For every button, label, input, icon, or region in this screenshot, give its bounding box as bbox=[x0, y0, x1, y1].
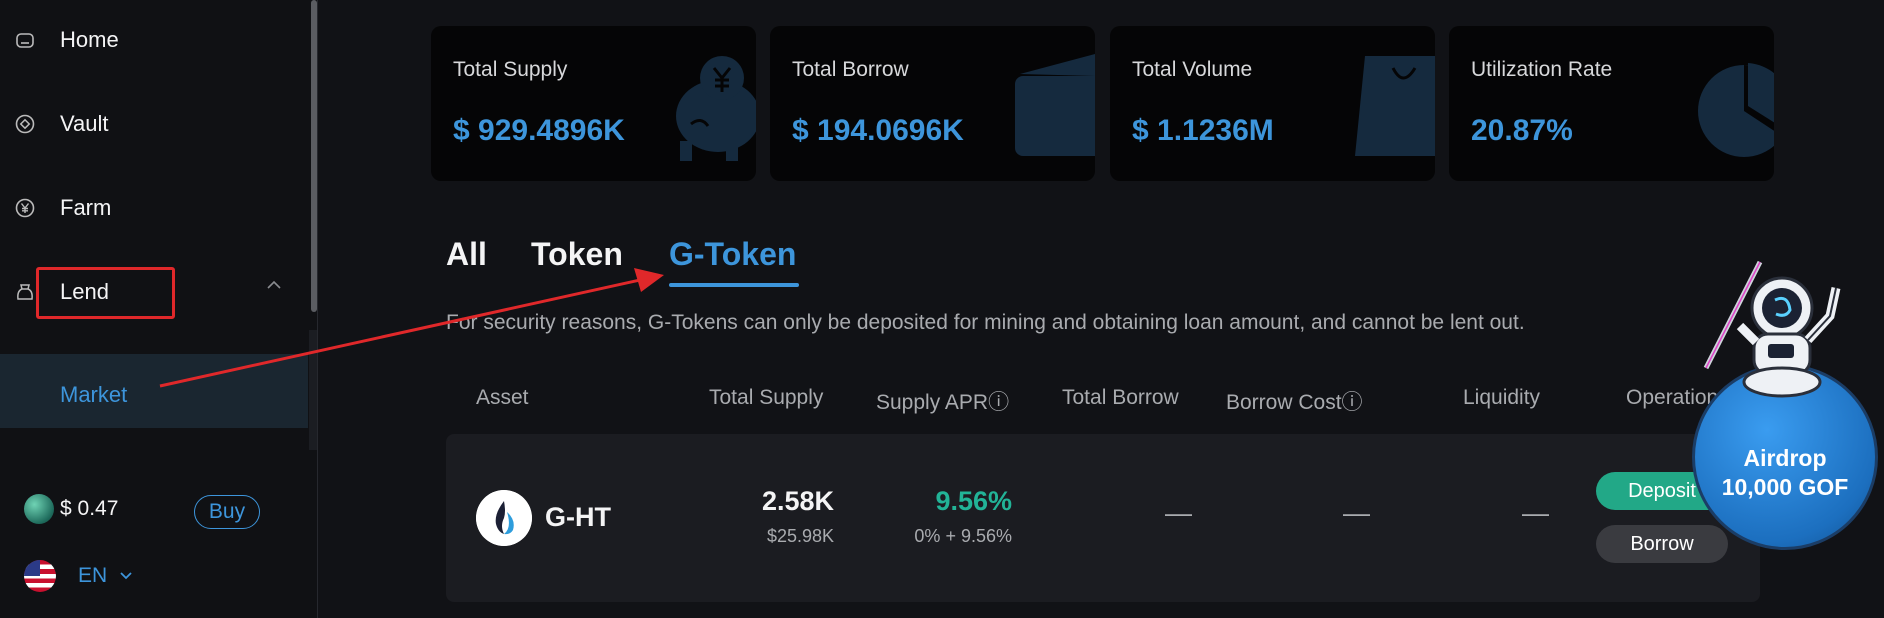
stat-value: $ 1.1236M bbox=[1132, 114, 1274, 147]
wallet-icon bbox=[1015, 54, 1095, 156]
farm-icon bbox=[15, 198, 35, 218]
shopping-bag-icon bbox=[1355, 56, 1435, 156]
us-flag-icon bbox=[24, 560, 56, 592]
stat-card-total-borrow: Total Borrow $ 194.0696K bbox=[770, 26, 1095, 181]
stat-title: Total Borrow bbox=[792, 58, 909, 81]
stat-title: Total Volume bbox=[1132, 58, 1253, 81]
tab-token[interactable]: Token bbox=[531, 236, 623, 273]
total-supply-value: 2.58K bbox=[761, 486, 834, 516]
chevron-up-icon[interactable] bbox=[266, 280, 282, 290]
borrow-cost-value: — bbox=[1343, 498, 1370, 528]
ht-token-icon bbox=[476, 490, 532, 546]
column-header-liquidity[interactable]: Liquidity bbox=[1463, 386, 1540, 410]
table-row bbox=[446, 434, 1760, 602]
sidebar-subitem-label: Market bbox=[60, 382, 128, 407]
sidebar-item-farm[interactable]: Farm bbox=[0, 178, 308, 238]
sidebar-item-home[interactable]: Home bbox=[0, 10, 308, 70]
sidebar-scrollbar-track bbox=[309, 330, 317, 450]
chevron-down-icon bbox=[120, 572, 132, 580]
asset-name: G-HT bbox=[545, 502, 611, 532]
sidebar-scrollbar[interactable] bbox=[311, 0, 317, 312]
stat-title: Total Supply bbox=[453, 58, 568, 81]
token-price-value: $ 0.47 bbox=[60, 497, 119, 520]
language-label: EN bbox=[78, 564, 108, 587]
tab-all[interactable]: All bbox=[446, 236, 487, 273]
tab-g-token[interactable]: G-Token bbox=[669, 236, 796, 273]
security-notice: For security reasons, G-Tokens can only … bbox=[446, 311, 1525, 334]
column-header-borrow-cost[interactable]: Borrow Costⓘ bbox=[1226, 386, 1363, 416]
total-borrow-value: — bbox=[1165, 498, 1192, 528]
stat-title: Utilization Rate bbox=[1471, 58, 1613, 81]
language-selector[interactable]: EN bbox=[24, 560, 133, 592]
sidebar-item-label: Vault bbox=[60, 111, 109, 136]
column-header-total-supply[interactable]: Total Supply bbox=[709, 386, 823, 410]
annotation-highlight-box bbox=[36, 267, 175, 319]
stat-card-total-volume: Total Volume $ 1.1236M bbox=[1110, 26, 1435, 181]
stat-value: 20.87% bbox=[1471, 114, 1573, 147]
airdrop-amount: 10,000 GOF bbox=[1721, 474, 1849, 500]
sidebar-subitem-market[interactable]: Market bbox=[0, 354, 308, 428]
sidebar-item-label: Home bbox=[60, 27, 119, 52]
home-icon bbox=[16, 33, 34, 48]
stat-value: $ 194.0696K bbox=[792, 114, 964, 147]
token-price: $ 0.47 bbox=[24, 494, 118, 524]
astronaut-icon bbox=[1703, 260, 1841, 398]
buy-button[interactable]: Buy bbox=[194, 495, 260, 529]
supply-apr-value: 9.56% bbox=[935, 486, 1012, 516]
pie-chart-icon bbox=[1698, 63, 1774, 157]
active-tab-indicator bbox=[669, 283, 799, 287]
sidebar-item-vault[interactable]: Vault bbox=[0, 94, 308, 154]
column-header-total-borrow[interactable]: Total Borrow bbox=[1062, 386, 1179, 410]
supply-apr-detail: 0% + 9.56% bbox=[914, 526, 1012, 546]
sidebar-item-label: Farm bbox=[60, 195, 112, 220]
lend-icon bbox=[17, 284, 33, 300]
airdrop-title: Airdrop bbox=[1743, 445, 1827, 471]
piggy-bank-icon bbox=[676, 56, 756, 161]
column-header-asset: Asset bbox=[476, 386, 529, 409]
gof-coin-icon bbox=[24, 494, 54, 524]
liquidity-value: — bbox=[1522, 498, 1549, 528]
column-header-supply-apr[interactable]: Supply APRⓘ bbox=[876, 386, 1009, 416]
total-supply-usd: $25.98K bbox=[766, 526, 834, 546]
stat-card-total-supply: Total Supply $ 929.4896K bbox=[431, 26, 756, 181]
vault-icon bbox=[15, 114, 35, 134]
borrow-button[interactable]: Borrow bbox=[1596, 525, 1728, 563]
airdrop-label: Airdrop 10,000 GOF bbox=[1692, 444, 1878, 502]
stat-card-utilization-rate: Utilization Rate 20.87% bbox=[1449, 26, 1774, 181]
stat-value: $ 929.4896K bbox=[453, 114, 625, 147]
